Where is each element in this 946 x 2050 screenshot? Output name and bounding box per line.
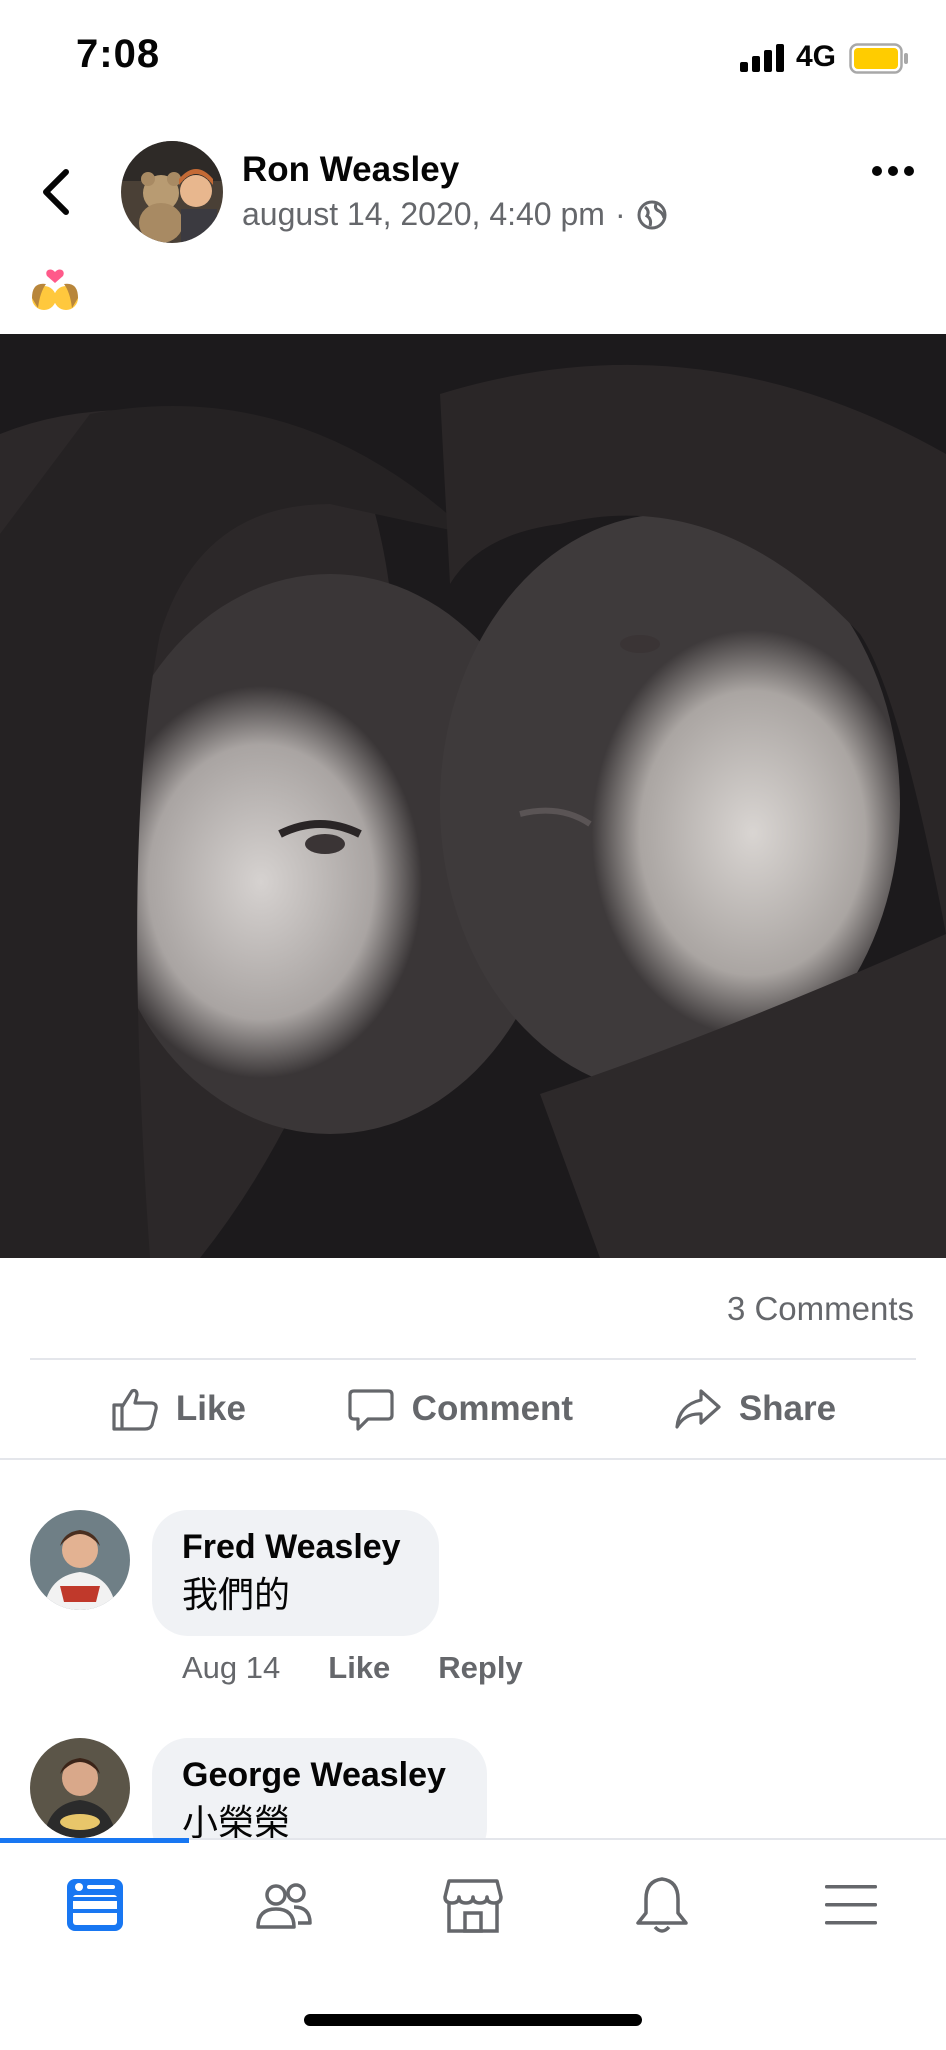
tab-menu[interactable] [756,1860,945,1950]
active-tab-indicator [0,1838,189,1843]
marketplace-icon [442,1879,503,1933]
hamburger-menu-icon [824,1885,877,1925]
comment-text: 我們的 [182,1574,291,1615]
post-timestamp[interactable]: august 14, 2020, 4:40 pm [242,196,605,233]
signal-icon [740,44,784,72]
commenter-avatar[interactable] [30,1510,130,1610]
divider [30,1358,916,1360]
comment-reply-link[interactable]: Reply [438,1650,522,1686]
battery-icon [849,43,908,74]
share-arrow-icon [675,1389,721,1429]
divider [0,1458,946,1460]
more-options-icon[interactable] [871,160,915,182]
commenter-name[interactable]: Fred Weasley [182,1524,409,1570]
like-button-label: Like [175,1389,246,1428]
comment-like-link[interactable]: Like [328,1650,390,1686]
commenter-name[interactable]: George Weasley [182,1752,457,1798]
tab-notifications[interactable] [567,1860,756,1950]
commenter-avatar[interactable] [30,1738,130,1838]
comment-date[interactable]: Aug 14 [182,1650,280,1686]
comment-button[interactable]: Comment [346,1385,573,1433]
network-type: 4G [796,40,837,73]
post-photo[interactable] [0,334,946,1258]
post-action-bar: Like Comment Share [0,1370,946,1448]
back-chevron-icon[interactable] [36,166,76,218]
comments-count[interactable]: 3 Comments [727,1290,914,1328]
author-avatar-image [121,141,223,243]
bell-icon [635,1877,688,1933]
kiss-emoji-icon [32,269,78,310]
like-button[interactable]: Like [110,1385,246,1433]
tab-friends[interactable] [189,1860,378,1950]
comment-bubble-icon [348,1389,394,1431]
news-feed-icon [66,1879,123,1931]
friends-icon [255,1883,312,1929]
post-author-name[interactable]: Ron Weasley [242,150,459,190]
comment-button-label: Comment [411,1389,574,1428]
commenter-avatar-image [30,1510,130,1610]
status-time: 7:08 [76,32,161,76]
home-indicator[interactable] [304,2014,642,2026]
globe-icon [637,200,667,229]
commenter-avatar-image [30,1738,130,1838]
tab-news-feed[interactable] [0,1860,189,1950]
comment-bubble[interactable]: Fred Weasley 我們的 [152,1510,439,1636]
post-photo-image [0,334,946,1258]
post-meta: august 14, 2020, 4:40 pm · [242,196,668,233]
share-button-label: Share [738,1389,837,1428]
tab-marketplace[interactable] [378,1860,567,1950]
comment-meta: Aug 14 Like Reply [182,1650,523,1686]
author-avatar[interactable] [121,141,223,243]
meta-separator: · [614,196,626,232]
share-button[interactable]: Share [673,1385,836,1433]
thumbs-up-icon [112,1388,158,1431]
